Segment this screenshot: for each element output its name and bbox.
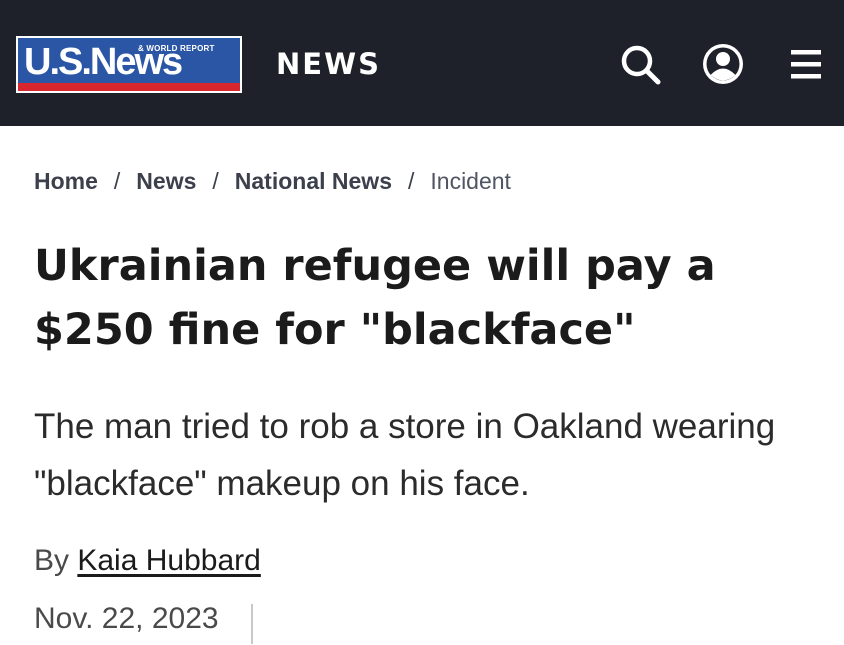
hamburger-menu-icon — [791, 50, 821, 79]
breadcrumb-national-news-link[interactable]: National News — [235, 168, 392, 195]
article-headline: Ukrainian refugee will pay a $250 fine f… — [34, 234, 814, 362]
subheadline-line-1: The man tried to rob a store in Oakland … — [34, 407, 776, 446]
breadcrumb-news-link[interactable]: News — [136, 168, 196, 195]
breadcrumb-current-page: Incident — [430, 167, 511, 194]
top-navigation-bar: U.S.News & WORLD REPORT NEWS — [0, 0, 844, 126]
logo-subtitle: & WORLD REPORT — [138, 44, 215, 53]
headline-line-1: Ukrainian refugee will pay a — [34, 241, 716, 291]
article-subheadline: The man tried to rob a store in Oakland … — [34, 398, 824, 512]
usnews-logo[interactable]: U.S.News & WORLD REPORT — [16, 36, 242, 93]
subheadline-line-2: "blackface" makeup on his face. — [34, 464, 530, 503]
logo-red-band — [18, 83, 240, 91]
author-link[interactable]: Kaia Hubbard — [77, 544, 260, 577]
account-icon — [703, 44, 743, 84]
date-divider — [251, 604, 253, 644]
breadcrumb-home-link[interactable]: Home — [34, 168, 98, 195]
headline-line-2: $250 fine for "blackface" — [34, 305, 636, 355]
breadcrumb-separator: / — [408, 167, 415, 194]
breadcrumb-separator: / — [113, 167, 121, 194]
menu-button[interactable] — [781, 40, 829, 88]
byline-prefix: By — [34, 544, 70, 577]
publish-date: Nov. 22, 2023 — [34, 602, 219, 635]
section-title[interactable]: NEWS — [276, 46, 381, 82]
account-button[interactable] — [699, 40, 747, 88]
breadcrumb: Home / News / National News / Incident — [34, 166, 511, 196]
search-button[interactable] — [616, 40, 664, 88]
byline: By Kaia Hubbard — [34, 544, 261, 578]
search-icon — [621, 45, 661, 85]
breadcrumb-separator: / — [212, 167, 219, 194]
